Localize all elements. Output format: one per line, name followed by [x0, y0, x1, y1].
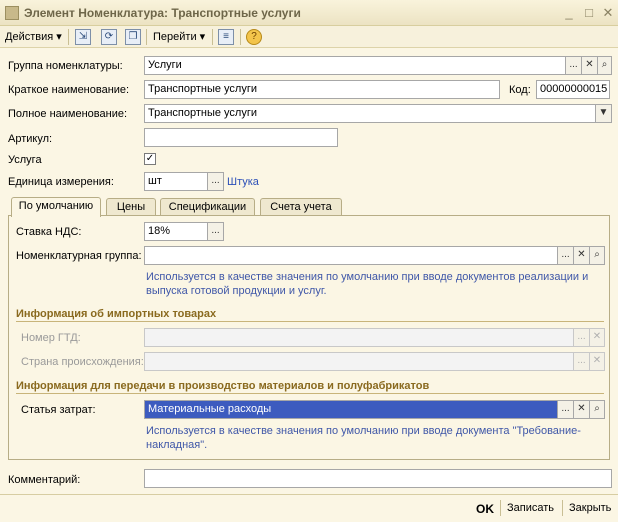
import-section-divider — [16, 321, 604, 322]
country-field[interactable] — [144, 352, 574, 371]
nomgroup-field[interactable] — [144, 246, 558, 265]
footer-divider — [0, 494, 618, 495]
cost-select-button[interactable]: ... — [557, 400, 574, 419]
nomgroup-hint: Используется в качестве значения по умол… — [146, 271, 589, 297]
window-title: Элемент Номенклатура: Транспортные услуг… — [24, 6, 301, 20]
full-name-label: Полное наименование: — [8, 108, 128, 120]
goto-label: Перейти — [153, 31, 197, 43]
code-field[interactable]: 00000000015 — [536, 80, 610, 99]
gtd-field[interactable] — [144, 328, 574, 347]
gtd-select-button[interactable]: ... — [573, 328, 590, 347]
ok-button[interactable]: OK — [476, 502, 494, 516]
import-section-title: Информация об импортных товарах — [16, 308, 217, 320]
toolbar-separator — [212, 29, 213, 45]
unit-label: Единица измерения: — [8, 176, 114, 188]
article-field[interactable] — [144, 128, 338, 147]
toolbar-separator — [146, 29, 147, 45]
group-clear-icon[interactable]: ✕ — [581, 56, 598, 75]
group-label: Группа номенклатуры: — [8, 60, 123, 72]
cost-hint: Используется в качестве значения по умол… — [146, 425, 581, 451]
cost-clear-icon[interactable]: ✕ — [573, 400, 590, 419]
short-name-field[interactable]: Транспортные услуги — [144, 80, 500, 99]
save-close-icon[interactable]: ⇲ — [75, 29, 91, 45]
cost-search-icon[interactable]: ⌕ — [589, 400, 605, 419]
service-checkbox[interactable]: ✓ — [144, 153, 156, 165]
gtd-label: Номер ГТД: — [21, 332, 81, 344]
tab-default[interactable]: По умолчанию — [11, 197, 101, 217]
nomgroup-search-icon[interactable]: ⌕ — [589, 246, 605, 265]
maximize-button[interactable]: □ — [580, 4, 598, 22]
save-button[interactable]: Записать — [507, 502, 554, 514]
toolbar — [0, 26, 618, 48]
footer-separator — [562, 500, 563, 516]
nomgroup-clear-icon[interactable]: ✕ — [573, 246, 590, 265]
production-section-title: Информация для передачи в производство м… — [16, 380, 430, 392]
goto-menu[interactable]: Перейти ▾ — [153, 29, 205, 45]
unit-link[interactable]: Штука — [227, 176, 259, 188]
tab-prices[interactable]: Цены — [106, 198, 156, 216]
copy-icon[interactable]: ❐ — [125, 29, 141, 45]
production-section-divider — [16, 393, 604, 394]
group-search-icon[interactable]: ⌕ — [597, 56, 612, 75]
cost-field[interactable]: Материальные расходы — [144, 400, 558, 419]
code-label: Код: — [509, 84, 531, 96]
footer-separator — [500, 500, 501, 516]
full-name-dropdown-icon[interactable]: ▼ — [595, 104, 612, 123]
gtd-clear-icon[interactable]: ✕ — [589, 328, 605, 347]
toolbar-separator — [240, 29, 241, 45]
comment-label: Комментарий: — [8, 474, 81, 486]
short-name-label: Краткое наименование: — [8, 84, 130, 96]
tab-specifications[interactable]: Спецификации — [160, 198, 255, 216]
close-window-button[interactable]: ✕ — [599, 4, 617, 22]
country-clear-icon[interactable]: ✕ — [589, 352, 605, 371]
nomgroup-select-button[interactable]: ... — [557, 246, 574, 265]
vat-field[interactable]: 18% — [144, 222, 208, 241]
minimize-button[interactable]: _ — [560, 4, 578, 22]
dropdown-arrow-icon: ▾ — [56, 31, 62, 43]
window-icon — [5, 6, 19, 20]
service-label: Услуга — [8, 154, 42, 166]
vat-select-button[interactable]: ... — [207, 222, 224, 241]
unit-select-button[interactable]: ... — [207, 172, 224, 191]
country-label: Страна происхождения: — [21, 356, 144, 368]
group-field[interactable]: Услуги — [144, 56, 566, 75]
tab-accounts[interactable]: Счета учета — [260, 198, 342, 216]
cost-label: Статья затрат: — [21, 404, 96, 416]
dropdown-arrow-icon: ▾ — [199, 31, 206, 43]
actions-label: Действия — [5, 31, 54, 43]
unit-field[interactable]: шт — [144, 172, 208, 191]
full-name-field[interactable]: Транспортные услуги — [144, 104, 596, 123]
toolbar-separator — [68, 29, 69, 45]
group-select-button[interactable]: ... — [565, 56, 582, 75]
help-icon[interactable]: ? — [246, 29, 262, 45]
country-select-button[interactable]: ... — [573, 352, 590, 371]
list-icon[interactable]: ≡ — [218, 29, 234, 45]
comment-field[interactable] — [144, 469, 612, 488]
close-button[interactable]: Закрыть — [569, 502, 611, 514]
refresh-icon[interactable]: ⟳ — [101, 29, 117, 45]
vat-label: Ставка НДС: — [16, 226, 82, 238]
nomgroup-label: Номенклатурная группа: — [16, 250, 142, 262]
article-label: Артикул: — [8, 133, 53, 145]
actions-menu[interactable]: Действия ▾ — [5, 29, 62, 45]
